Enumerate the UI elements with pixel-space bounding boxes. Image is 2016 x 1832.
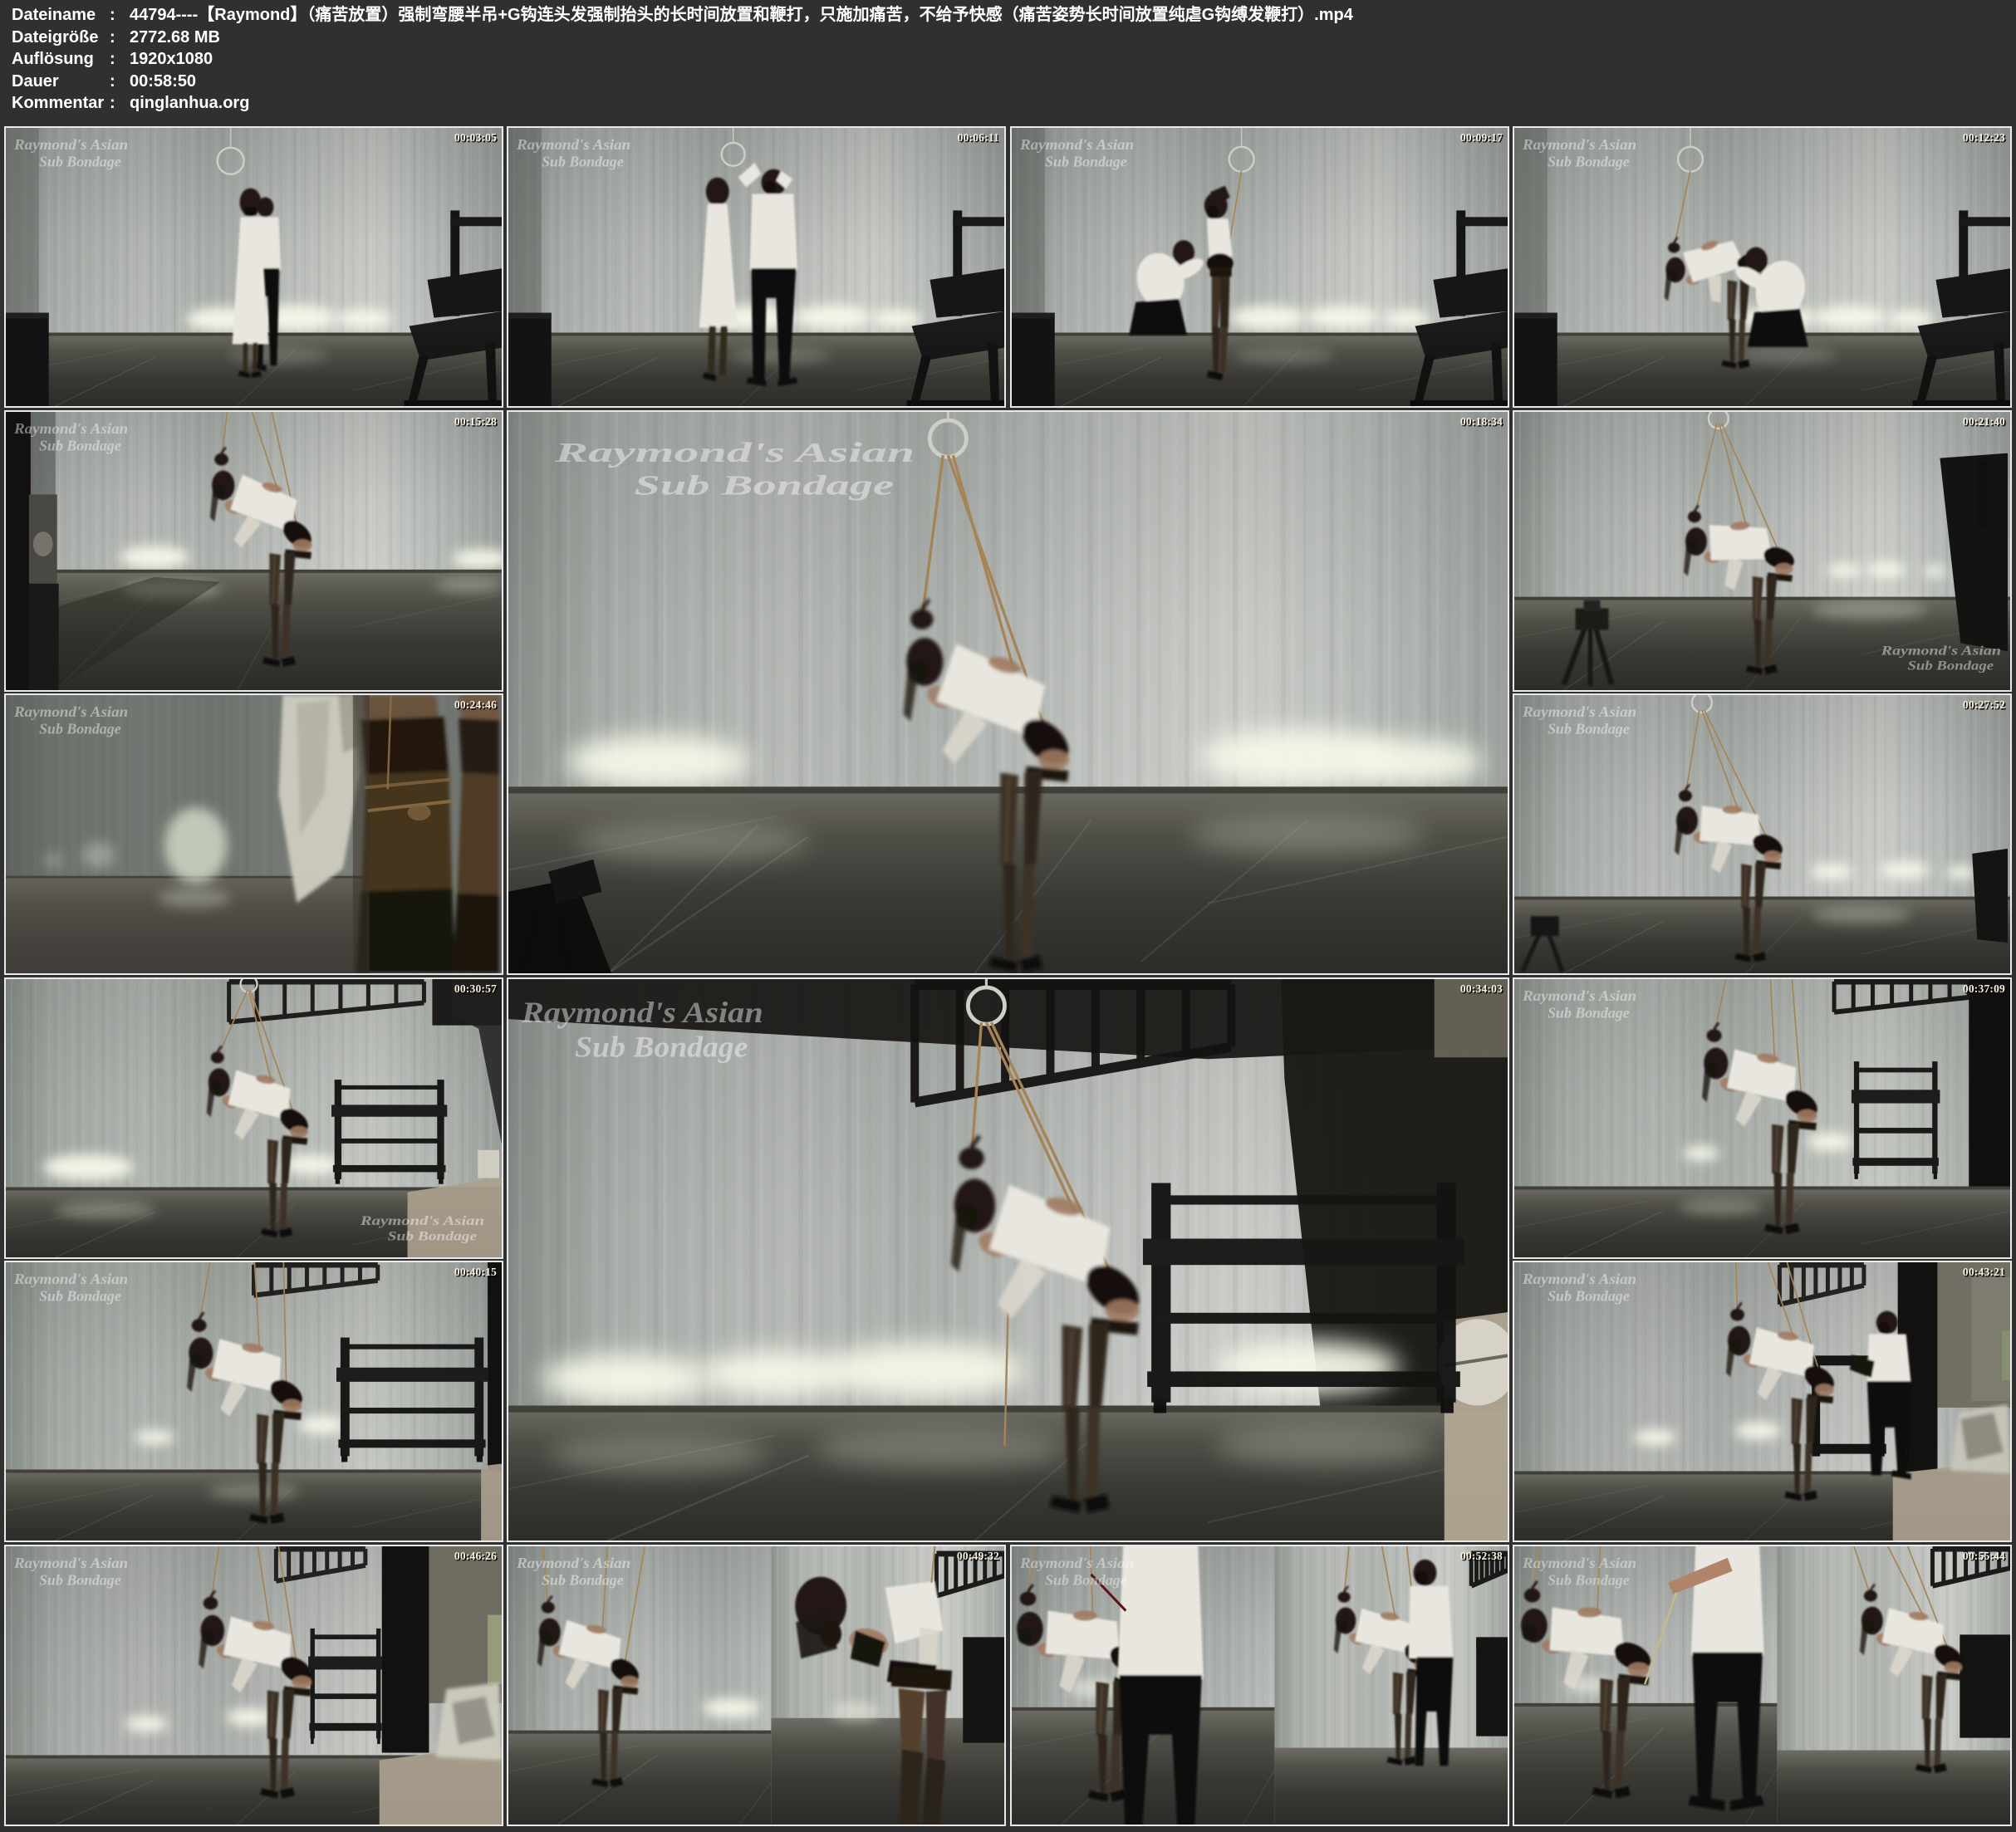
- svg-text:Sub Bondage: Sub Bondage: [542, 153, 624, 169]
- svg-text:Sub Bondage: Sub Bondage: [575, 1031, 748, 1064]
- svg-text:Sub Bondage: Sub Bondage: [39, 720, 121, 737]
- svg-text:Sub Bondage: Sub Bondage: [1045, 153, 1127, 169]
- svg-text:Sub Bondage: Sub Bondage: [634, 470, 894, 501]
- svg-text:Raymond's Asian: Raymond's Asian: [1881, 644, 2002, 658]
- svg-text:Raymond's Asian: Raymond's Asian: [521, 996, 763, 1029]
- svg-text:Sub Bondage: Sub Bondage: [39, 1571, 121, 1588]
- svg-text:Sub Bondage: Sub Bondage: [39, 437, 121, 453]
- svg-text:Sub Bondage: Sub Bondage: [1548, 1571, 1630, 1588]
- svg-text:Sub Bondage: Sub Bondage: [1548, 153, 1630, 169]
- svg-text:Raymond's Asian: Raymond's Asian: [13, 420, 128, 437]
- svg-text:Sub Bondage: Sub Bondage: [1548, 720, 1630, 737]
- svg-text:Sub Bondage: Sub Bondage: [542, 1571, 624, 1588]
- svg-text:Raymond's Asian: Raymond's Asian: [516, 136, 630, 153]
- svg-text:Raymond's Asian: Raymond's Asian: [13, 703, 128, 720]
- svg-text:Raymond's Asian: Raymond's Asian: [1019, 1555, 1134, 1571]
- svg-text:Raymond's Asian: Raymond's Asian: [516, 1555, 630, 1571]
- svg-text:Raymond's Asian: Raymond's Asian: [1522, 987, 1636, 1004]
- svg-text:Raymond's Asian: Raymond's Asian: [13, 1271, 128, 1287]
- svg-text:Sub Bondage: Sub Bondage: [388, 1230, 477, 1244]
- svg-text:Raymond's Asian: Raymond's Asian: [553, 438, 915, 468]
- svg-text:Raymond's Asian: Raymond's Asian: [1019, 136, 1134, 153]
- svg-text:Sub Bondage: Sub Bondage: [39, 153, 121, 169]
- svg-text:Raymond's Asian: Raymond's Asian: [13, 136, 128, 153]
- svg-text:Sub Bondage: Sub Bondage: [1045, 1571, 1127, 1588]
- svg-text:Raymond's Asian: Raymond's Asian: [1522, 1271, 1636, 1287]
- svg-text:Raymond's Asian: Raymond's Asian: [1522, 703, 1636, 720]
- svg-text:Raymond's Asian: Raymond's Asian: [1522, 136, 1636, 153]
- svg-text:Sub Bondage: Sub Bondage: [1908, 659, 1994, 674]
- svg-text:Raymond's Asian: Raymond's Asian: [1522, 1555, 1636, 1571]
- svg-text:Sub Bondage: Sub Bondage: [39, 1287, 121, 1304]
- svg-text:Raymond's Asian: Raymond's Asian: [360, 1214, 485, 1228]
- svg-text:Sub Bondage: Sub Bondage: [1548, 1004, 1630, 1021]
- svg-text:Raymond's Asian: Raymond's Asian: [13, 1555, 128, 1571]
- svg-text:Sub Bondage: Sub Bondage: [1548, 1287, 1630, 1304]
